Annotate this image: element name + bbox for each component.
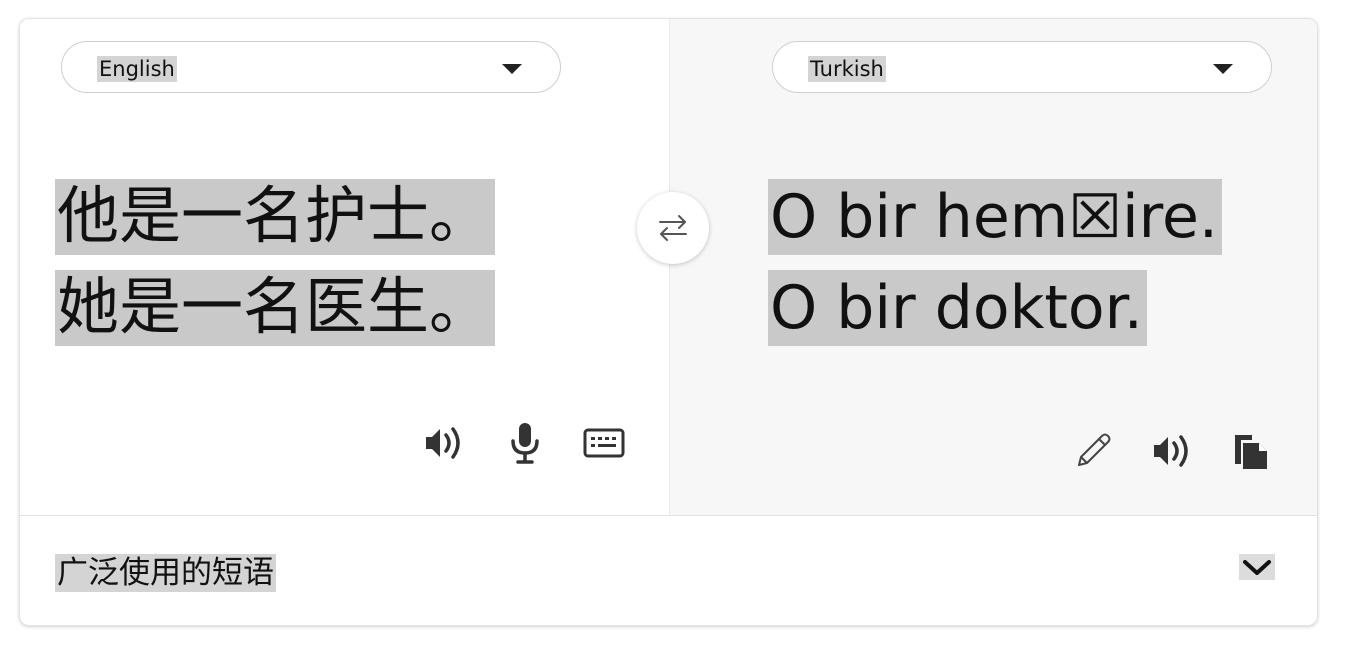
expand-button[interactable] <box>1239 554 1275 580</box>
translator-card: English Turkish 他是一名护士。 她是一名医生。 O bir he… <box>19 18 1318 626</box>
chevron-down-icon <box>1243 560 1271 575</box>
target-text-line-2: O bir doktor. <box>768 270 1147 346</box>
swap-arrows-icon <box>659 215 687 241</box>
common-phrases-label: 广泛使用的短语 <box>55 554 276 592</box>
caret-down-icon <box>502 64 522 74</box>
source-language-label: English <box>97 56 177 82</box>
target-listen-button[interactable] <box>1148 427 1196 475</box>
common-phrases-section[interactable]: 广泛使用的短语 <box>20 516 1317 625</box>
caret-down-icon <box>1213 64 1233 74</box>
pencil-icon <box>1078 433 1111 466</box>
target-copy-button[interactable] <box>1227 427 1275 475</box>
swap-languages-button[interactable] <box>637 192 709 264</box>
source-keyboard-button[interactable] <box>580 419 628 467</box>
source-microphone-button[interactable] <box>501 419 549 467</box>
pane-divider <box>669 19 670 515</box>
target-language-label: Turkish <box>808 56 886 82</box>
source-listen-button[interactable] <box>420 419 468 467</box>
target-pane <box>669 19 1317 515</box>
target-text-line-1: O bir hem☒ire. <box>768 179 1222 255</box>
source-pane <box>20 19 669 515</box>
keyboard-icon <box>583 428 625 458</box>
copy-icon <box>1235 435 1267 469</box>
microphone-icon <box>511 423 539 464</box>
source-language-select[interactable]: English <box>61 41 561 93</box>
source-text-line-1[interactable]: 他是一名护士。 <box>55 179 496 255</box>
target-edit-button[interactable] <box>1069 427 1117 475</box>
source-text-line-2[interactable]: 她是一名医生。 <box>55 270 496 346</box>
speaker-icon <box>426 427 460 459</box>
target-language-select[interactable]: Turkish <box>772 41 1272 93</box>
speaker-icon <box>1154 435 1188 467</box>
